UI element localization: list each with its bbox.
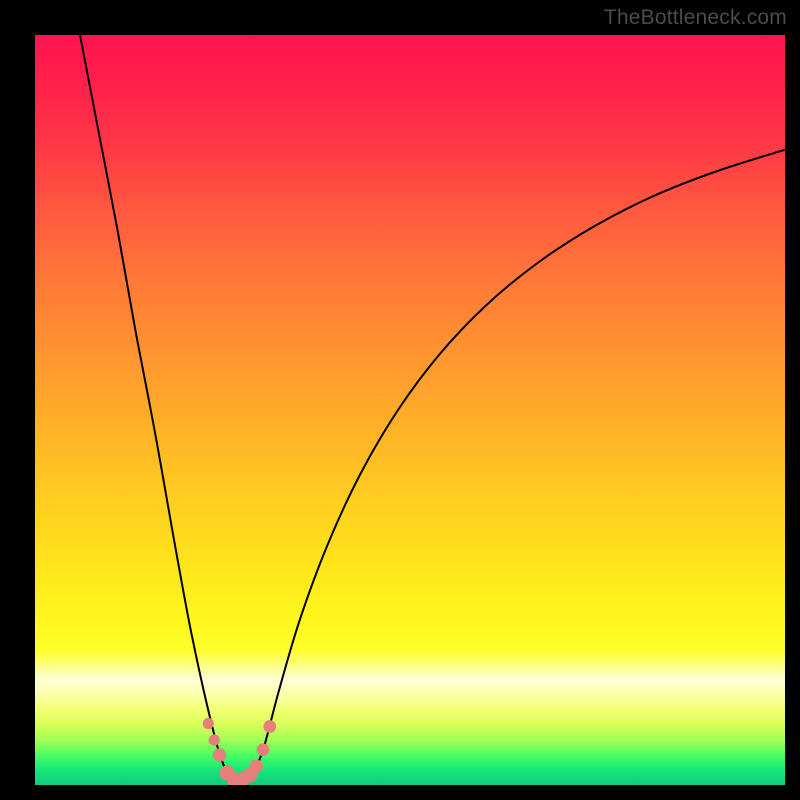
- curve-layer: [35, 35, 785, 785]
- bottleneck-curve: [80, 35, 785, 781]
- watermark-text: TheBottleneck.com: [604, 6, 787, 30]
- marker-dot: [250, 760, 264, 774]
- chart-frame: TheBottleneck.com: [0, 0, 800, 800]
- marker-dot: [257, 743, 270, 756]
- marker-dot: [213, 748, 227, 762]
- curve-minimum-markers: [203, 718, 277, 785]
- marker-dot: [209, 734, 220, 745]
- marker-dot: [263, 720, 276, 733]
- plot-area: [35, 35, 785, 785]
- marker-dot: [203, 718, 214, 729]
